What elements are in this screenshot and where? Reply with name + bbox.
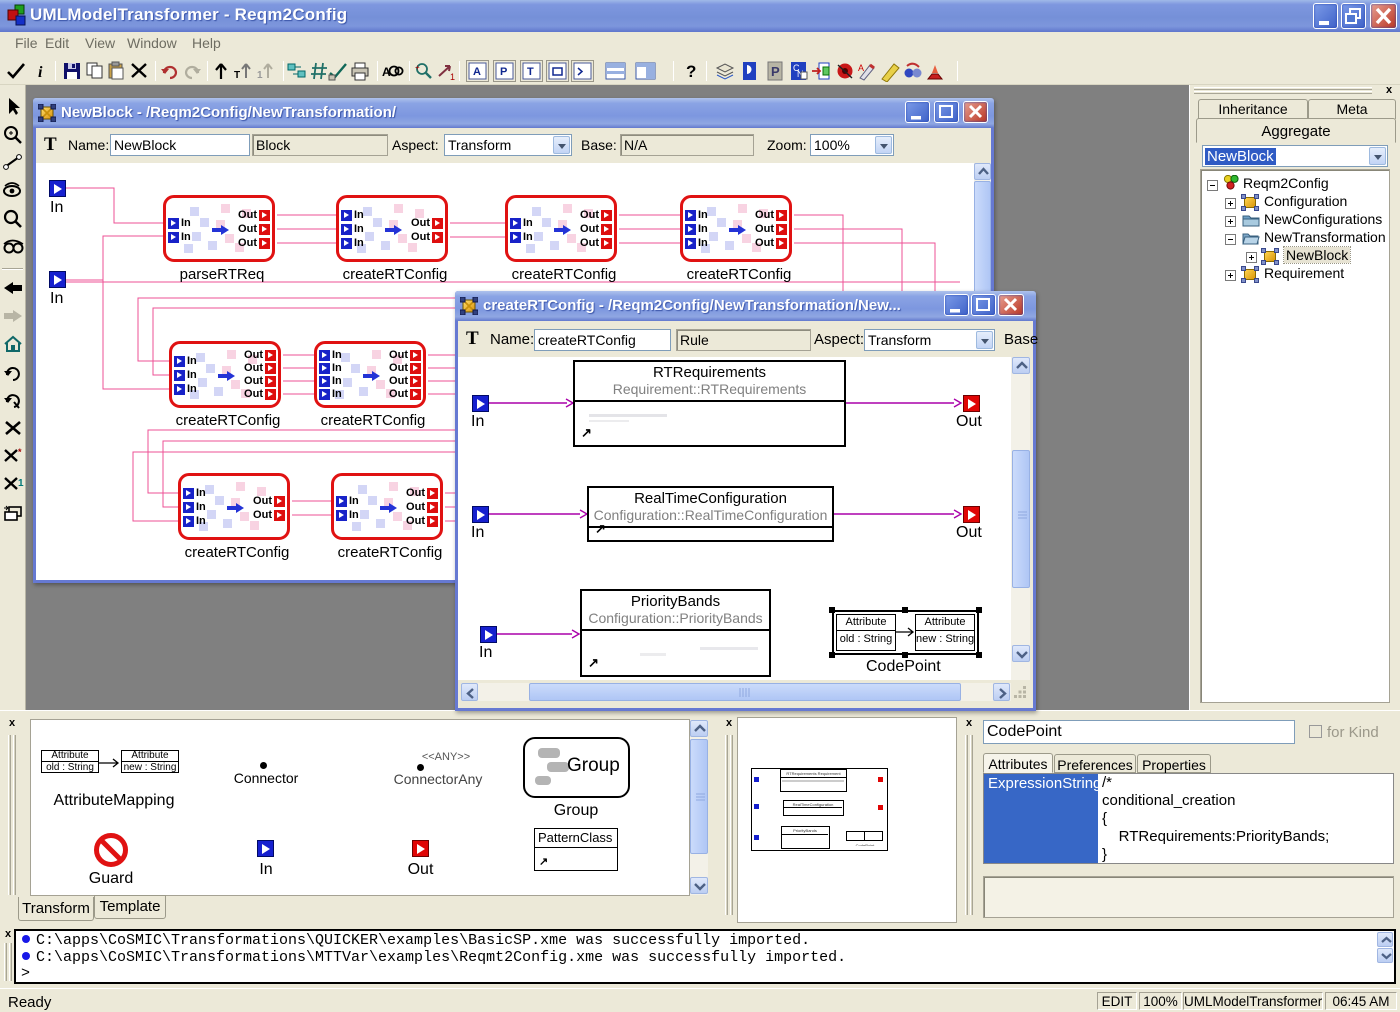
svg-text:1: 1: [18, 478, 24, 489]
svg-text:A: A: [473, 66, 481, 78]
svg-text:T: T: [234, 70, 240, 81]
svg-text:+: +: [415, 63, 420, 72]
svg-text:1: 1: [257, 70, 263, 81]
svg-text:A: A: [858, 63, 864, 73]
svg-text:T: T: [527, 66, 534, 78]
svg-text:1: 1: [450, 72, 455, 82]
svg-text:i: i: [38, 64, 43, 81]
svg-text:*: *: [18, 447, 22, 457]
svg-text:?: ?: [686, 62, 696, 81]
svg-text:P: P: [500, 66, 507, 78]
svg-text:P: P: [771, 64, 780, 79]
